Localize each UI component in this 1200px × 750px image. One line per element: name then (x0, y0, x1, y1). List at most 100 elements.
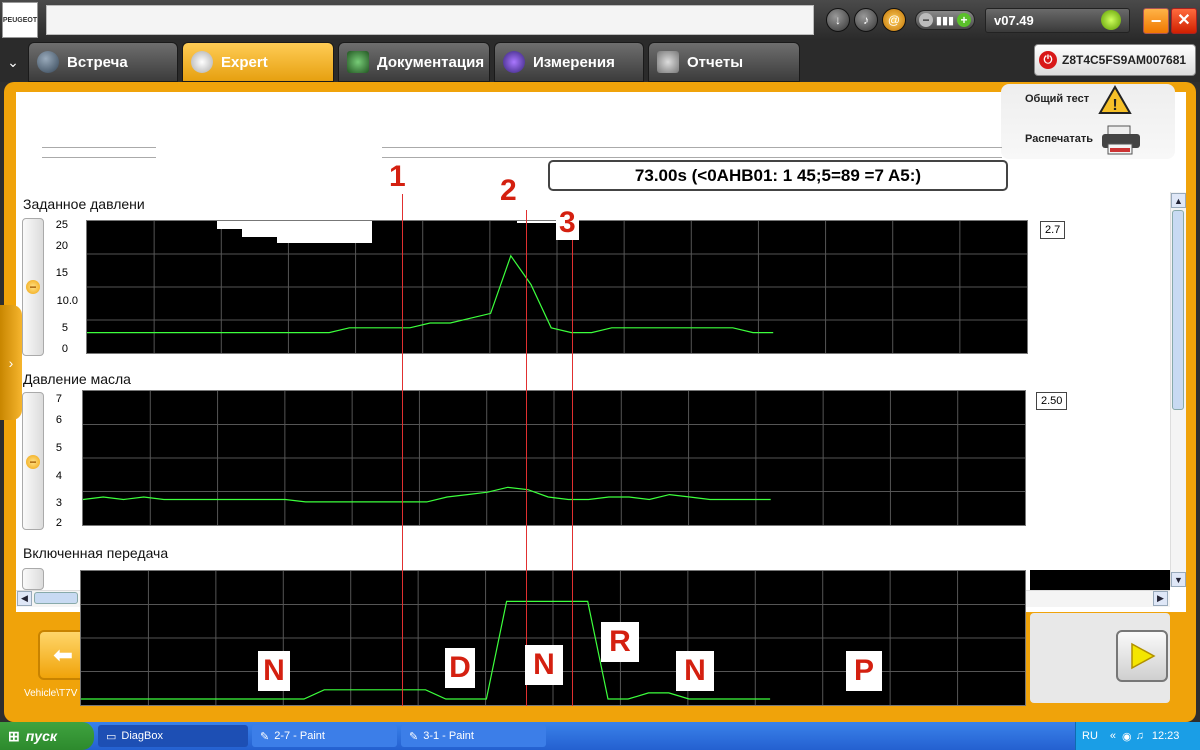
y-tick: 25 (55, 219, 68, 231)
chevron-down-icon[interactable]: ⌄ (0, 42, 26, 82)
y-tick: 5 (55, 442, 62, 454)
volume-level-icon: ▮▮▮ (935, 14, 955, 27)
power-icon: ⏻ (1039, 51, 1057, 69)
volume-up-icon[interactable]: + (956, 13, 971, 27)
chart-strip (1030, 570, 1170, 590)
chart-title: Заданное давлени (23, 196, 145, 212)
chart-value: 2.50 (1036, 392, 1068, 410)
divider (42, 157, 156, 158)
series-line (87, 254, 774, 334)
book-icon (347, 51, 369, 73)
tab-label: Встреча (67, 53, 128, 71)
scroll-left-icon[interactable]: ◀ (17, 591, 32, 606)
globe-icon (37, 51, 59, 73)
tab-reports[interactable]: Отчеты (648, 42, 800, 82)
play-icon (1131, 642, 1156, 670)
marker-label: 3 (556, 206, 579, 240)
system-tray: RU « ◉ ♫ 12:23 (1075, 722, 1200, 750)
waveform-icon (503, 51, 525, 73)
h-scroll-thumb[interactable] (34, 592, 78, 604)
gear-label: D (445, 648, 475, 688)
start-button[interactable]: ⊞ пуск (0, 722, 94, 750)
y-tick: 2 (55, 517, 62, 529)
task-diagbox[interactable]: ▭ DiagBox (98, 725, 248, 747)
vehicle-id-button[interactable]: ⏻ Z8T4C5FS9AM007681 (1034, 44, 1196, 76)
chart-target-pressure (86, 220, 1028, 354)
chart-svg (83, 391, 1025, 525)
y-tick: 15 (55, 267, 68, 279)
scroll-right-icon[interactable]: ▶ (1153, 591, 1168, 606)
y-tick: 7 (55, 393, 62, 405)
time-label: 73.00s (<0AHB01: 1 45;5=89 =7 A5:) (548, 160, 1008, 191)
marker-label: 1 (386, 160, 409, 194)
divider (382, 147, 1002, 148)
task-paint-2[interactable]: ✎ 3-1 - Paint (401, 725, 546, 747)
tab-label: Документация (377, 53, 485, 71)
tab-measurements[interactable]: Измерения (494, 42, 644, 82)
warning-icon[interactable]: ! (1098, 85, 1132, 115)
chart-oil-pressure (82, 390, 1026, 526)
tray-arrow-icon[interactable]: « (1110, 730, 1116, 742)
side-panel-toggle[interactable]: › (0, 305, 22, 420)
task-paint-1[interactable]: ✎ 2-7 - Paint (252, 725, 397, 747)
vehicle-path: Vehicle\T7V (24, 688, 78, 699)
close-button[interactable]: ✕ (1171, 8, 1197, 34)
marker-label: 2 (497, 174, 520, 208)
printer-icon[interactable] (1100, 124, 1142, 156)
tab-vstrecha[interactable]: Встреча (28, 42, 178, 82)
windows-logo-icon: ⊞ (8, 727, 20, 744)
print-link[interactable]: Распечатать (1025, 133, 1093, 145)
volume-icon[interactable]: ♫ (1136, 730, 1144, 742)
slider-knob-icon[interactable]: − (26, 280, 40, 294)
paint-icon: ✎ (409, 730, 419, 743)
tab-expert[interactable]: Expert (182, 42, 334, 82)
mask-area (87, 221, 557, 243)
tab-label: Отчеты (687, 53, 744, 71)
update-status-icon[interactable] (1101, 10, 1121, 30)
overall-test-link[interactable]: Общий тест (1025, 93, 1089, 105)
gear-label: R (601, 622, 639, 662)
task-label: DiagBox (121, 730, 163, 742)
language-indicator[interactable]: RU (1082, 730, 1098, 742)
network-icon[interactable]: ◉ (1122, 730, 1132, 743)
scroll-down-icon[interactable]: ▼ (1171, 572, 1186, 587)
scroll-up-icon[interactable]: ▲ (1171, 193, 1186, 208)
email-icon[interactable]: @ (882, 8, 906, 32)
marker-line-2 (526, 210, 527, 706)
y-tick: 10.0 (56, 295, 78, 307)
y-tick: 4 (55, 470, 62, 482)
start-label: пуск (25, 728, 57, 744)
tab-label: Expert (221, 53, 268, 71)
download-icon[interactable]: ↓ (826, 8, 850, 32)
series-line (81, 600, 771, 700)
tab-label: Измерения (533, 53, 615, 71)
y-tick: 20 (55, 240, 68, 252)
app-icon: ▭ (106, 730, 117, 743)
gear-label: N (258, 651, 290, 691)
tab-documentation[interactable]: Документация (338, 42, 490, 82)
marker-line-1 (402, 192, 403, 706)
chart-title: Давление масла (23, 371, 131, 387)
next-button[interactable] (1116, 630, 1168, 682)
chart3-scale-slider[interactable] (22, 568, 44, 590)
volume-control[interactable]: − ▮▮▮ + (915, 10, 975, 30)
scroll-thumb[interactable] (1172, 210, 1184, 410)
headset-icon[interactable]: ♪ (854, 8, 878, 32)
clock: 12:23 (1151, 730, 1180, 742)
address-bar[interactable] (46, 5, 814, 35)
y-tick: 0 (61, 343, 68, 355)
divider (382, 157, 1002, 158)
arrow-left-icon: ⬅ (52, 641, 74, 669)
series-line (83, 486, 771, 503)
minimize-button[interactable]: − (1143, 8, 1169, 34)
chart-engaged-gear (80, 570, 1026, 706)
magnifier-icon (191, 51, 213, 73)
gear-label: P (846, 651, 882, 691)
task-label: 3-1 - Paint (423, 730, 474, 742)
marker-line-3 (572, 240, 573, 706)
task-label: 2-7 - Paint (274, 730, 325, 742)
volume-down-icon[interactable]: − (919, 13, 933, 27)
report-icon (657, 51, 679, 73)
vehicle-id: Z8T4C5FS9AM007681 (1062, 53, 1187, 67)
slider-knob-icon[interactable]: − (26, 455, 40, 469)
